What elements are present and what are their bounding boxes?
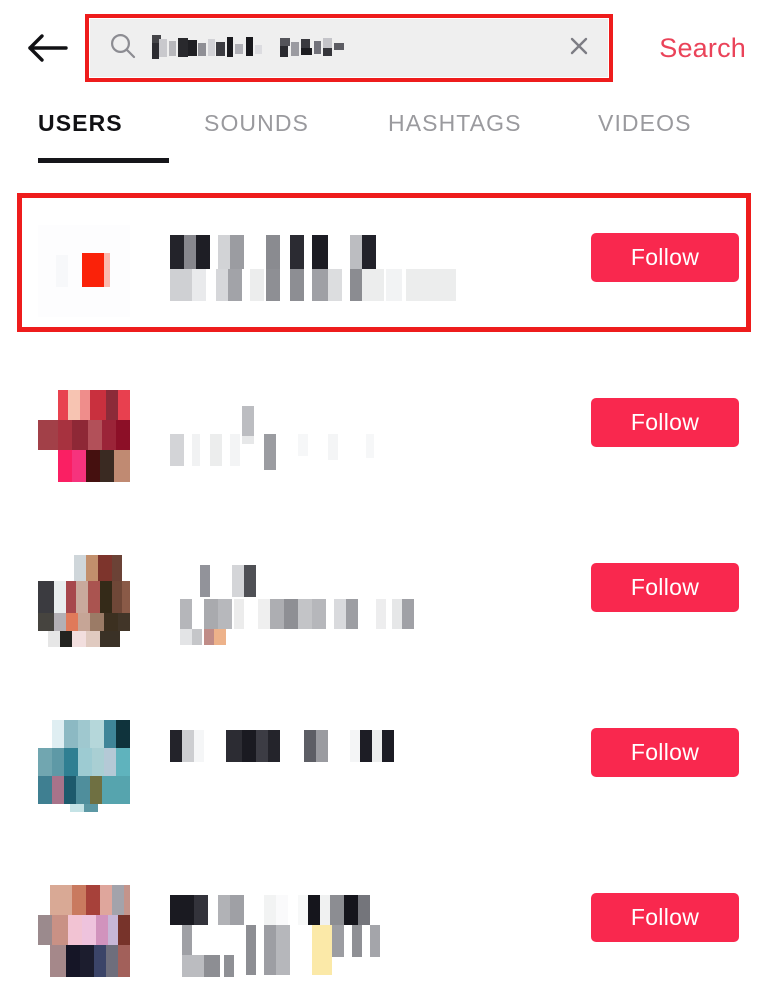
tab-hashtags[interactable]: HASHTAGS	[388, 110, 522, 137]
clear-search-button[interactable]	[562, 31, 596, 65]
search-query-text	[152, 33, 562, 63]
table-row[interactable]: Follow	[0, 853, 768, 1003]
username-text	[170, 223, 570, 319]
search-icon	[108, 31, 138, 66]
back-arrow-icon	[27, 32, 69, 64]
follow-button[interactable]: Follow	[591, 893, 739, 942]
search-tabs: USERS SOUNDS HASHTAGS VIDEOS	[0, 96, 768, 264]
avatar[interactable]	[38, 555, 130, 647]
username-text	[170, 553, 570, 649]
username-text	[170, 883, 570, 979]
follow-button[interactable]: Follow	[591, 398, 739, 447]
avatar[interactable]	[38, 225, 130, 317]
back-button[interactable]	[24, 26, 72, 70]
table-row[interactable]: Follow	[0, 358, 768, 523]
follow-button[interactable]: Follow	[591, 728, 739, 777]
avatar[interactable]	[38, 720, 130, 812]
search-bar: Search	[0, 0, 768, 96]
search-input[interactable]	[90, 19, 608, 77]
active-tab-indicator	[38, 158, 169, 163]
tab-users[interactable]: USERS	[38, 110, 123, 137]
tab-videos[interactable]: VIDEOS	[598, 110, 692, 137]
table-row[interactable]: Follow	[0, 688, 768, 853]
follow-button[interactable]: Follow	[591, 233, 739, 282]
tab-sounds[interactable]: SOUNDS	[204, 110, 309, 137]
table-row[interactable]: Follow	[0, 193, 768, 358]
follow-button[interactable]: Follow	[591, 563, 739, 612]
table-row[interactable]: Follow	[0, 523, 768, 688]
search-results-screen: Search USERS SOUNDS HASHTAGS VIDEOS Foll…	[0, 0, 768, 1003]
user-results-list: Follow Follow Follow Follow Follow	[0, 168, 768, 1003]
close-icon	[567, 34, 591, 63]
avatar[interactable]	[38, 885, 130, 977]
username-text	[170, 718, 570, 814]
username-text	[170, 388, 570, 484]
avatar[interactable]	[38, 390, 130, 482]
search-submit-button[interactable]: Search	[659, 26, 746, 70]
